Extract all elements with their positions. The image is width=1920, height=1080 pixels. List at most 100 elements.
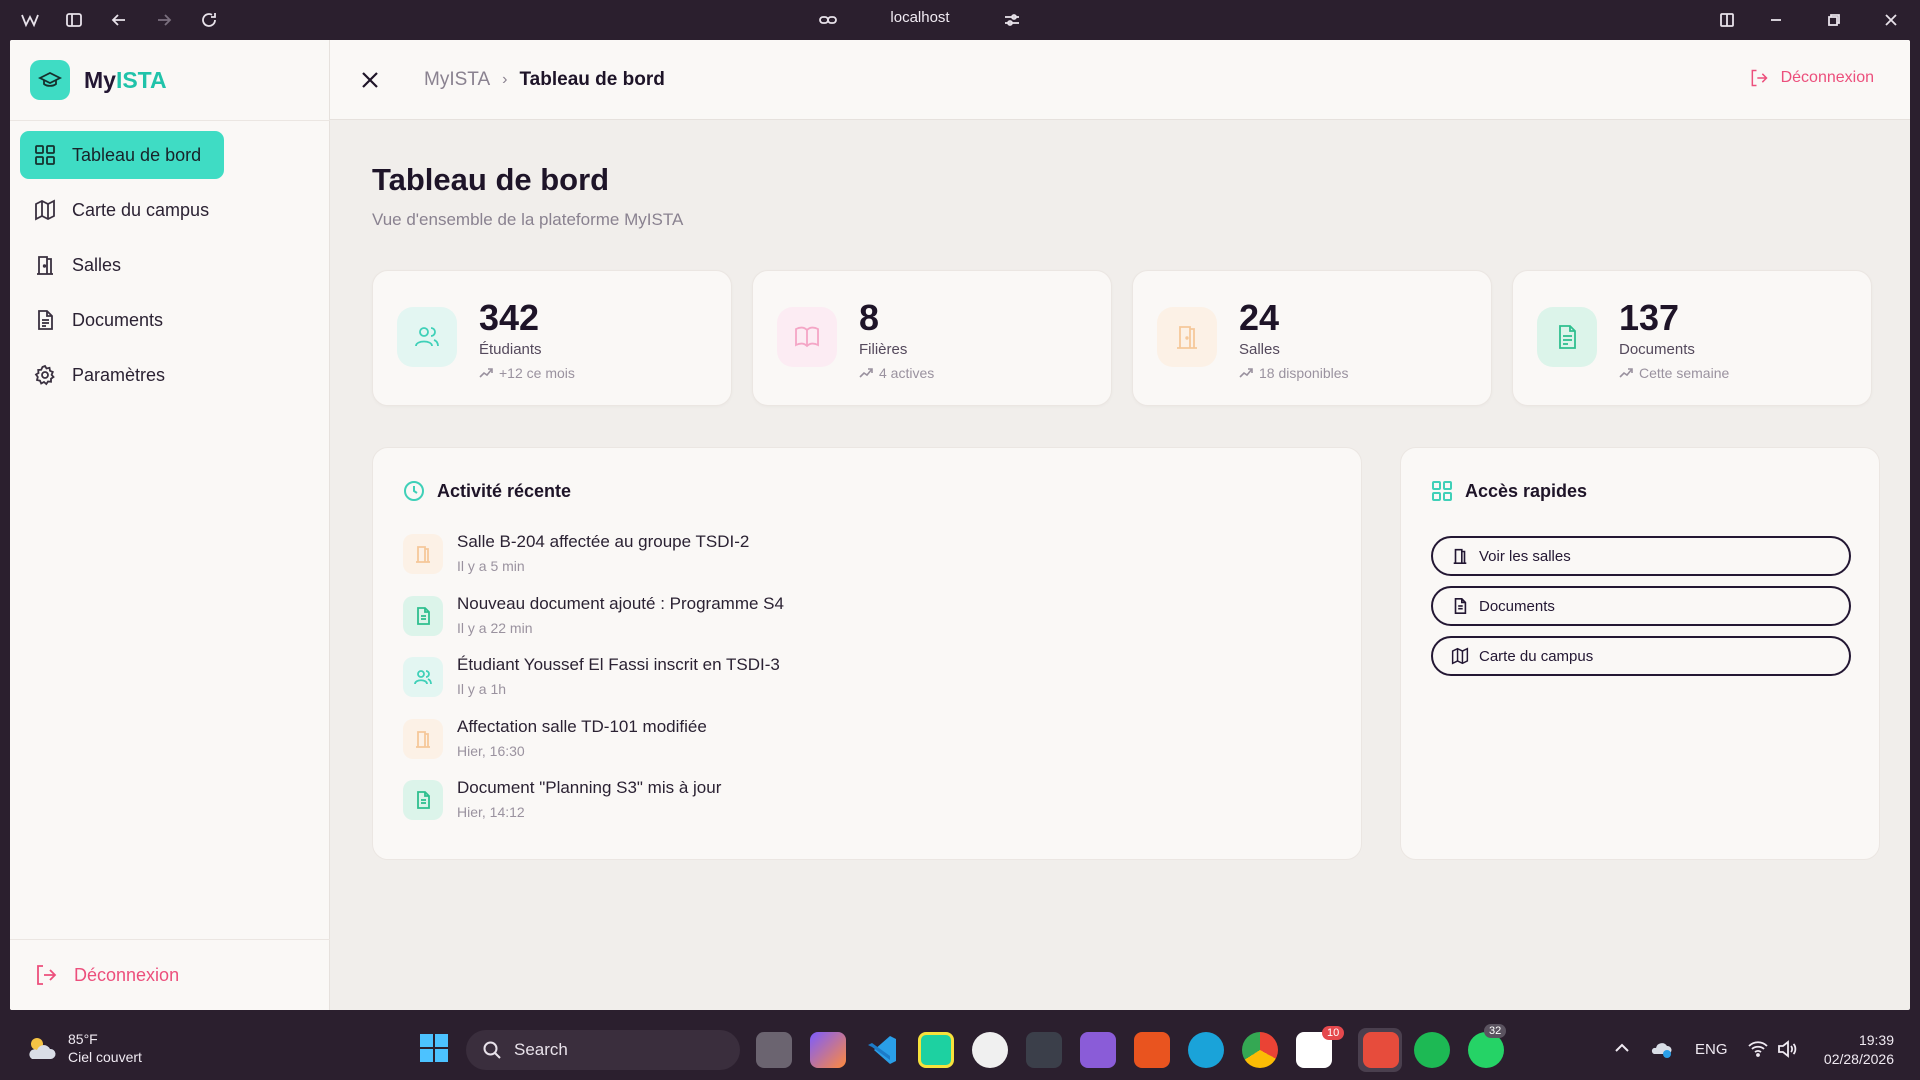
- system-clock[interactable]: 19:39 02/28/2026: [1824, 1031, 1894, 1069]
- sidebar-item-label: Paramètres: [72, 364, 166, 385]
- trend-up-icon: [479, 368, 493, 378]
- browser-toolbar: localhost: [0, 0, 1920, 40]
- stat-trend: 18 disponibles: [1239, 365, 1349, 381]
- browser-logo-icon[interactable]: [18, 8, 42, 32]
- address-bar[interactable]: localhost: [860, 9, 980, 26]
- forward-icon[interactable]: [152, 8, 176, 32]
- breadcrumb: MyISTA › Tableau de bord: [424, 69, 665, 91]
- back-icon[interactable]: [107, 8, 131, 32]
- volume-icon[interactable]: [1776, 1038, 1798, 1060]
- activity-title: Document "Planning S3" mis à jour: [457, 778, 722, 797]
- sidebar-item-campus-map[interactable]: Carte du campus: [20, 186, 320, 234]
- campus-map-button[interactable]: Carte du campus: [1431, 636, 1851, 676]
- map-icon: [35, 199, 55, 221]
- sidebar-item-settings[interactable]: Paramètres: [20, 351, 320, 399]
- dashboard-grid-icon: [35, 145, 55, 165]
- trend-up-icon: [1619, 368, 1633, 378]
- door-icon: [403, 718, 443, 759]
- reload-icon[interactable]: [197, 8, 221, 32]
- restore-icon[interactable]: [1822, 8, 1846, 32]
- clock-date: 02/28/2026: [1823, 1051, 1894, 1067]
- ubuntu-icon[interactable]: [1134, 1032, 1170, 1068]
- stat-card-programs[interactable]: 8 Filières 4 actives: [752, 270, 1112, 406]
- page-subtitle: Vue d'ensemble de la plateforme MyISTA: [372, 210, 684, 229]
- activity-time: Hier, 14:12: [457, 804, 525, 820]
- stat-label: Documents: [1619, 341, 1695, 358]
- brand[interactable]: MyISTA: [30, 60, 167, 100]
- wifi-icon[interactable]: [1747, 1038, 1769, 1060]
- taskbar: 85°F Ciel couvert Search 10 32 ENG 19:39…: [0, 1020, 1920, 1080]
- list-item[interactable]: Document "Planning S3" mis à jour Hier, …: [403, 776, 1323, 838]
- chrome-icon[interactable]: [1242, 1032, 1278, 1068]
- terminal-icon[interactable]: [1026, 1032, 1062, 1068]
- weather-widget[interactable]: 85°F Ciel couvert: [24, 1030, 142, 1066]
- document-icon: [403, 780, 443, 820]
- list-item[interactable]: Étudiant Youssef El Fassi inscrit en TSD…: [403, 653, 1323, 715]
- visual-studio-icon[interactable]: [1080, 1032, 1116, 1068]
- taskbar-search[interactable]: Search: [466, 1030, 740, 1070]
- topbar-logout-button[interactable]: Déconnexion: [1749, 68, 1874, 88]
- edge-icon[interactable]: [1188, 1032, 1224, 1068]
- documents-button[interactable]: Documents: [1431, 586, 1851, 626]
- close-sidebar-button[interactable]: [356, 66, 384, 94]
- onedrive-icon[interactable]: [1650, 1038, 1674, 1060]
- browser-app-icon[interactable]: [1363, 1032, 1399, 1068]
- door-icon: [1453, 548, 1467, 565]
- sidebar-item-label: Documents: [72, 309, 164, 330]
- notion-badge: 10: [1322, 1026, 1345, 1040]
- sidebar-nav: Tableau de bord Carte du campus Salles D…: [20, 131, 320, 406]
- stat-trend: +12 ce mois: [479, 365, 575, 381]
- pycharm-icon[interactable]: [918, 1032, 954, 1068]
- minimize-icon[interactable]: [1764, 8, 1788, 32]
- task-view-icon[interactable]: [756, 1032, 792, 1068]
- card-title: Activité récente: [437, 480, 572, 501]
- site-settings-icon[interactable]: [1000, 8, 1024, 32]
- stat-card-students[interactable]: 342 Étudiants +12 ce mois: [372, 270, 732, 406]
- quick-access-list: Voir les salles Documents Carte du campu…: [1431, 536, 1851, 686]
- split-view-icon[interactable]: [1715, 8, 1739, 32]
- sidebar-item-rooms[interactable]: Salles: [20, 241, 320, 289]
- quick-access-card: Accès rapides Voir les salles Documents …: [1400, 447, 1880, 860]
- breadcrumb-root[interactable]: MyISTA: [424, 69, 490, 91]
- vscode-icon[interactable]: [864, 1032, 900, 1068]
- activity-title: Étudiant Youssef El Fassi inscrit en TSD…: [457, 655, 780, 674]
- weather-desc: Ciel couvert: [68, 1049, 142, 1065]
- logout-icon: [37, 965, 57, 985]
- document-icon: [38, 310, 53, 330]
- search-icon: [483, 1041, 501, 1059]
- stat-trend: Cette semaine: [1619, 365, 1729, 381]
- copilot-icon[interactable]: [810, 1032, 846, 1068]
- app-window: MyISTA Tableau de bord Carte du campus S…: [10, 40, 1910, 1010]
- recent-activity-card: Activité récente Salle B-204 affectée au…: [372, 447, 1362, 860]
- language-indicator[interactable]: ENG: [1695, 1041, 1728, 1058]
- chevron-up-icon[interactable]: [1612, 1038, 1632, 1058]
- stat-trend: 4 actives: [859, 365, 934, 381]
- sidebar-logout-button[interactable]: Déconnexion: [10, 939, 330, 1010]
- stat-card-rooms[interactable]: 24 Salles 18 disponibles: [1132, 270, 1492, 406]
- list-item[interactable]: Nouveau document ajouté : Programme S4 I…: [403, 592, 1323, 654]
- stat-card-documents[interactable]: 137 Documents Cette semaine: [1512, 270, 1872, 406]
- app-store-icon[interactable]: [972, 1032, 1008, 1068]
- view-rooms-button[interactable]: Voir les salles: [1431, 536, 1851, 576]
- users-icon: [403, 657, 443, 697]
- activity-title: Nouveau document ajouté : Programme S4: [457, 593, 784, 613]
- search-label: Search: [514, 1040, 568, 1059]
- dashboard-grid-icon: [1432, 481, 1452, 501]
- sidebar-item-dashboard[interactable]: Tableau de bord: [20, 131, 224, 179]
- close-window-icon[interactable]: [1879, 8, 1903, 32]
- brand-name: MyISTA: [84, 67, 167, 94]
- logout-label: Déconnexion: [1780, 69, 1874, 86]
- windows-start-icon[interactable]: [418, 1032, 454, 1068]
- link-icon[interactable]: [816, 8, 840, 32]
- sidebar-toggle-icon[interactable]: [62, 8, 86, 32]
- stat-label: Salles: [1239, 341, 1280, 358]
- stat-trend-text: 18 disponibles: [1259, 365, 1349, 381]
- document-icon: [1454, 597, 1467, 615]
- divider: [10, 120, 330, 121]
- stats-row: 342 Étudiants +12 ce mois 8 Filières 4 a…: [372, 270, 1872, 406]
- spotify-icon[interactable]: [1414, 1032, 1450, 1068]
- sidebar-item-documents[interactable]: Documents: [20, 296, 320, 344]
- sidebar-item-label: Tableau de bord: [72, 144, 202, 165]
- list-item[interactable]: Affectation salle TD-101 modifiée Hier, …: [403, 715, 1323, 777]
- list-item[interactable]: Salle B-204 affectée au groupe TSDI-2 Il…: [403, 530, 1323, 592]
